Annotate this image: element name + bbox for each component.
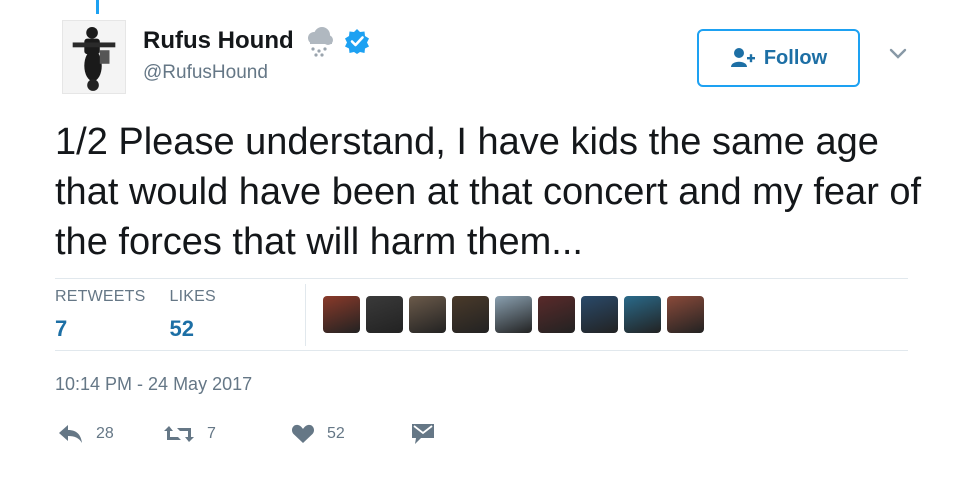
liker-avatar[interactable] xyxy=(538,296,575,333)
retweet-count: 7 xyxy=(207,425,216,442)
thread-line xyxy=(96,0,99,14)
retweets-stat[interactable]: RETWEETS 7 xyxy=(55,288,146,342)
like-count: 52 xyxy=(327,425,345,442)
heart-icon xyxy=(291,424,315,443)
likes-count: 52 xyxy=(169,316,194,341)
tweet-text: 1/2 Please understand, I have kids the s… xyxy=(55,121,922,263)
follow-label: Follow xyxy=(763,46,828,69)
divider xyxy=(55,278,908,279)
divider xyxy=(55,350,908,351)
follow-icon xyxy=(730,48,755,67)
tweet-stats: RETWEETS 7 LIKES 52 xyxy=(55,288,240,342)
stats-separator xyxy=(305,284,306,346)
direct-message-button[interactable] xyxy=(411,423,435,445)
retweet-icon xyxy=(164,426,194,442)
reply-button[interactable]: 28 xyxy=(58,424,163,444)
verified-icon xyxy=(344,29,369,54)
reply-count: 28 xyxy=(96,425,114,442)
likes-stat[interactable]: LIKES 52 xyxy=(170,288,216,342)
liker-avatar[interactable] xyxy=(409,296,446,333)
user-handle[interactable]: @RufusHound xyxy=(143,62,268,84)
liker-avatar[interactable] xyxy=(366,296,403,333)
retweets-label: RETWEETS xyxy=(55,288,146,305)
cloud-snow-icon xyxy=(307,27,333,57)
liker-avatar[interactable] xyxy=(452,296,489,333)
liker-avatar[interactable] xyxy=(495,296,532,333)
direct-message-icon xyxy=(412,424,434,444)
retweet-button[interactable]: 7 xyxy=(163,424,291,444)
tweet-timestamp[interactable]: 10:14 PM - 24 May 2017 xyxy=(55,374,252,395)
liker-avatars xyxy=(323,296,704,333)
follow-button[interactable]: Follow xyxy=(697,29,860,87)
retweets-count: 7 xyxy=(55,316,68,341)
liker-avatar[interactable] xyxy=(667,296,704,333)
liker-avatar[interactable] xyxy=(624,296,661,333)
like-button[interactable]: 52 xyxy=(291,424,411,444)
liker-avatar[interactable] xyxy=(581,296,618,333)
tweet-actions: 28 7 52 xyxy=(58,423,435,445)
display-name[interactable]: Rufus Hound xyxy=(143,27,294,55)
avatar[interactable] xyxy=(62,20,126,94)
reply-icon xyxy=(59,425,82,443)
chevron-down-icon[interactable] xyxy=(889,48,907,60)
liker-avatar[interactable] xyxy=(323,296,360,333)
likes-label: LIKES xyxy=(169,288,216,305)
